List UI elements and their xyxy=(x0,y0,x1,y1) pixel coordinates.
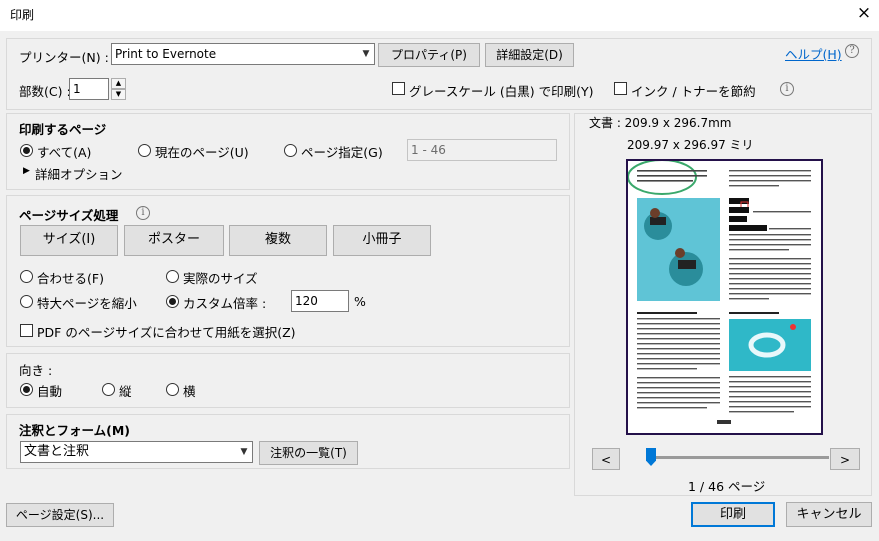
shrink-label: 特大ページを縮小 xyxy=(37,296,137,311)
grayscale-label: グレースケール (白黒) で印刷(Y) xyxy=(409,84,594,99)
title-bar: 印刷 × xyxy=(0,0,879,31)
copies-input[interactable]: 1 xyxy=(69,78,109,100)
fit-radio[interactable] xyxy=(20,270,33,283)
document-size: 文書 : 209.9 x 296.7mm xyxy=(589,116,732,130)
preview-panel: 文書 : 209.9 x 296.7mm 209.97 x 296.97 ミリ xyxy=(574,113,872,496)
chevron-down-icon: ▼ xyxy=(240,447,248,457)
pages-all-label: すべて(A) xyxy=(37,145,92,160)
actual-size-radio[interactable] xyxy=(166,270,179,283)
help-link[interactable]: ヘルプ(H) xyxy=(785,44,842,63)
copies-value: 1 xyxy=(73,82,81,96)
shrink-radio[interactable] xyxy=(20,295,33,308)
summarize-comments-button[interactable]: 注釈の一覧(T) xyxy=(259,441,358,465)
comments-selected-value: 文書と注釈 xyxy=(24,444,90,459)
pages-range-value: 1 - 46 xyxy=(411,143,446,157)
tab-size[interactable]: サイズ(I) xyxy=(20,225,118,256)
page-setup-button[interactable]: ページ設定(S)... xyxy=(6,503,114,527)
page-slider-track[interactable] xyxy=(653,456,829,459)
orientation-auto-radio[interactable] xyxy=(20,383,33,396)
fit-label: 合わせる(F) xyxy=(37,271,104,286)
advanced-button[interactable]: 詳細設定(D) xyxy=(485,43,574,67)
orientation-portrait-radio[interactable] xyxy=(102,383,115,396)
save-ink-checkbox[interactable] xyxy=(614,82,627,95)
copies-label: 部数(C) : xyxy=(19,84,71,99)
custom-scale-input[interactable]: 120 xyxy=(291,290,349,312)
tab-poster[interactable]: ポスター xyxy=(124,225,224,256)
orientation-heading: 向き : xyxy=(19,363,53,378)
percent-sign: % xyxy=(354,294,366,309)
tab-multiple[interactable]: 複数 xyxy=(229,225,327,256)
window-title: 印刷 xyxy=(10,8,35,22)
orientation-auto-label: 自動 xyxy=(37,384,63,399)
print-button[interactable]: 印刷 xyxy=(691,502,775,527)
page-thumbnail xyxy=(628,161,811,424)
pdf-size-checkbox[interactable] xyxy=(20,324,33,337)
page-indicator: 1 / 46 ページ xyxy=(688,479,766,494)
printer-label: プリンター(N) : xyxy=(19,50,109,65)
close-icon[interactable]: × xyxy=(852,2,876,24)
prev-page-button[interactable]: < xyxy=(592,448,620,470)
pages-heading: 印刷するページ xyxy=(19,122,107,137)
pages-panel: 印刷するページ すべて(A) 現在のページ(U) ページ指定(G) 1 - 46… xyxy=(6,113,570,190)
save-ink-label: インク / トナーを節約 xyxy=(631,84,756,99)
paper-size: 209.97 x 296.97 ミリ xyxy=(627,138,754,152)
printer-select[interactable]: Print to Evernote ▼ xyxy=(111,43,375,65)
next-page-button[interactable]: > xyxy=(830,448,860,470)
cancel-button[interactable]: キャンセル xyxy=(786,502,872,527)
pages-current-radio[interactable] xyxy=(138,144,151,157)
comments-heading: 注釈とフォーム(M) xyxy=(19,423,130,438)
pages-range-label: ページ指定(G) xyxy=(301,145,383,160)
page-sizing-panel: ページサイズ処理 i サイズ(I) ポスター 複数 小冊子 合わせる(F) 実際… xyxy=(6,195,570,347)
custom-scale-value: 120 xyxy=(295,294,318,308)
pages-current-label: 現在のページ(U) xyxy=(155,145,249,160)
orientation-panel: 向き : 自動 縦 横 xyxy=(6,353,570,408)
orientation-landscape-label: 横 xyxy=(183,384,196,399)
comments-panel: 注釈とフォーム(M) 文書と注釈 ▼ 注釈の一覧(T) xyxy=(6,414,570,469)
custom-scale-label: カスタム倍率 : xyxy=(183,296,267,311)
printer-selected-value: Print to Evernote xyxy=(115,47,217,61)
page-slider-thumb[interactable] xyxy=(646,448,656,466)
more-options-label[interactable]: 詳細オプション xyxy=(35,164,123,183)
grayscale-checkbox[interactable] xyxy=(392,82,405,95)
page-preview xyxy=(626,159,823,435)
copies-down-icon[interactable]: ▼ xyxy=(111,89,126,100)
orientation-landscape-radio[interactable] xyxy=(166,383,179,396)
properties-button[interactable]: プロパティ(P) xyxy=(378,43,480,67)
pages-range-radio[interactable] xyxy=(284,144,297,157)
actual-size-label: 実際のサイズ xyxy=(183,271,258,286)
info-icon[interactable]: i xyxy=(780,82,794,96)
pages-all-radio[interactable] xyxy=(20,144,33,157)
pdf-size-label: PDF のページサイズに合わせて用紙を選択(Z) xyxy=(37,325,296,340)
page-sizing-heading: ページサイズ処理 xyxy=(19,208,119,223)
custom-scale-radio[interactable] xyxy=(166,295,179,308)
tab-booklet[interactable]: 小冊子 xyxy=(333,225,431,256)
help-question-icon[interactable]: ? xyxy=(845,44,859,58)
info-icon[interactable]: i xyxy=(136,206,150,220)
orientation-portrait-label: 縦 xyxy=(119,384,132,399)
comments-select[interactable]: 文書と注釈 ▼ xyxy=(20,441,253,463)
printer-panel: プリンター(N) : Print to Evernote ▼ プロパティ(P) … xyxy=(6,38,872,110)
chevron-down-icon: ▼ xyxy=(362,49,370,59)
copies-up-icon[interactable]: ▲ xyxy=(111,78,126,89)
pages-range-input[interactable]: 1 - 46 xyxy=(407,139,557,161)
expand-triangle-icon[interactable]: ▶ xyxy=(23,166,30,176)
